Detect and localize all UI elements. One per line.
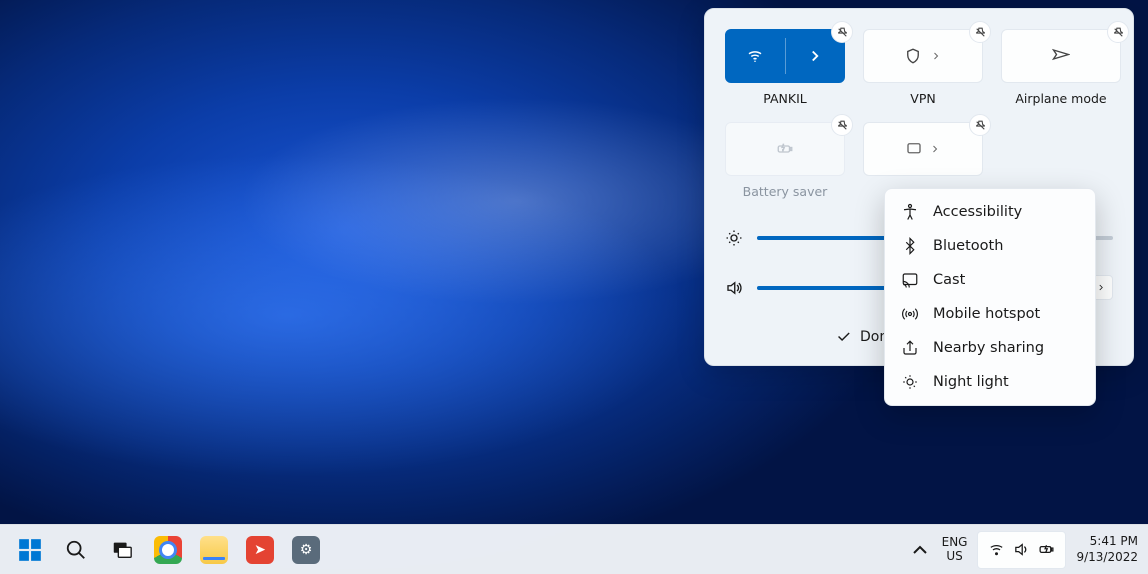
hidden-tile[interactable] (863, 122, 983, 176)
wifi-label: PANKIL (763, 91, 807, 106)
settings-app[interactable]: ⚙ (286, 530, 326, 570)
battery-icon (1038, 541, 1055, 558)
airplane-tile-wrap: Airplane mode (1001, 29, 1121, 106)
project-icon (905, 140, 923, 158)
wifi-icon (988, 541, 1005, 558)
battery-saver-tile-wrap: Battery saver (725, 122, 845, 199)
accessibility-icon (901, 203, 919, 221)
vpn-tile-wrap: VPN (863, 29, 983, 106)
search-icon (65, 539, 87, 561)
taskview-icon (111, 539, 133, 561)
windows-logo-icon (17, 537, 43, 563)
add-tile-menu: Accessibility Bluetooth Cast Mobile hots… (884, 188, 1096, 406)
vpn-unpin-button[interactable] (969, 21, 991, 43)
battery-saver-unpin-button[interactable] (831, 114, 853, 136)
date-text: 9/13/2022 (1076, 550, 1138, 566)
night-light-icon (901, 373, 919, 391)
brightness-icon (725, 229, 743, 247)
quick-settings-tiles: PANKIL VPN Airplane mode (725, 29, 1113, 199)
tray-overflow-button[interactable] (908, 538, 932, 562)
shield-icon (904, 47, 922, 65)
bluetooth-icon (901, 237, 919, 255)
clock-button[interactable]: 5:41 PM 9/13/2022 (1076, 534, 1138, 565)
chevron-right-icon (930, 47, 942, 65)
chrome-icon (154, 536, 182, 564)
time-text: 5:41 PM (1076, 534, 1138, 550)
start-button[interactable] (10, 530, 50, 570)
taskbar-right: ENG US 5:41 PM 9/13/2022 (908, 531, 1138, 569)
nearby-sharing-icon (901, 339, 919, 357)
menu-item-accessibility[interactable]: Accessibility (891, 195, 1089, 229)
wifi-tile[interactable] (725, 29, 845, 83)
speaker-icon (725, 279, 743, 297)
unpin-icon (836, 119, 849, 132)
airplane-tile[interactable] (1001, 29, 1121, 83)
airplane-icon (1052, 47, 1070, 65)
battery-saver-label: Battery saver (743, 184, 828, 199)
menu-item-mobile-hotspot[interactable]: Mobile hotspot (891, 297, 1089, 331)
taskbar: ➤ ⚙ ENG US 5:41 PM 9/13/2022 (0, 524, 1148, 574)
task-view-button[interactable] (102, 530, 142, 570)
app-icon: ➤ (246, 536, 274, 564)
airplane-label: Airplane mode (1015, 91, 1106, 106)
menu-item-cast[interactable]: Cast (891, 263, 1089, 297)
wifi-unpin-button[interactable] (831, 21, 853, 43)
menu-item-night-light[interactable]: Night light (891, 365, 1089, 399)
search-button[interactable] (56, 530, 96, 570)
unpin-icon (974, 119, 987, 132)
system-tray-button[interactable] (977, 531, 1066, 569)
chevron-up-icon (908, 538, 932, 562)
wifi-icon (746, 47, 764, 65)
pinned-app-red[interactable]: ➤ (240, 530, 280, 570)
taskbar-left: ➤ ⚙ (10, 530, 326, 570)
hidden-tile-unpin-button[interactable] (969, 114, 991, 136)
file-explorer-icon (200, 536, 228, 564)
gear-icon: ⚙ (292, 536, 320, 564)
vpn-label: VPN (910, 91, 935, 106)
menu-item-bluetooth[interactable]: Bluetooth (891, 229, 1089, 263)
language-indicator[interactable]: ENG US (942, 536, 968, 564)
unpin-icon (1112, 26, 1125, 39)
checkmark-icon (835, 328, 852, 345)
chevron-right-icon (929, 140, 941, 158)
chevron-right-icon (806, 47, 824, 65)
battery-saver-tile[interactable] (725, 122, 845, 176)
speaker-icon (1013, 541, 1030, 558)
file-explorer-app[interactable] (194, 530, 234, 570)
vpn-tile[interactable] (863, 29, 983, 83)
wifi-tile-wrap: PANKIL (725, 29, 845, 106)
menu-item-nearby-sharing[interactable]: Nearby sharing (891, 331, 1089, 365)
unpin-icon (836, 26, 849, 39)
battery-saver-icon (776, 140, 794, 158)
airplane-unpin-button[interactable] (1107, 21, 1129, 43)
chevron-right-icon (1096, 280, 1106, 295)
cast-icon (901, 271, 919, 289)
wifi-toggle[interactable] (726, 30, 785, 82)
chrome-app[interactable] (148, 530, 188, 570)
hotspot-icon (901, 305, 919, 323)
unpin-icon (974, 26, 987, 39)
